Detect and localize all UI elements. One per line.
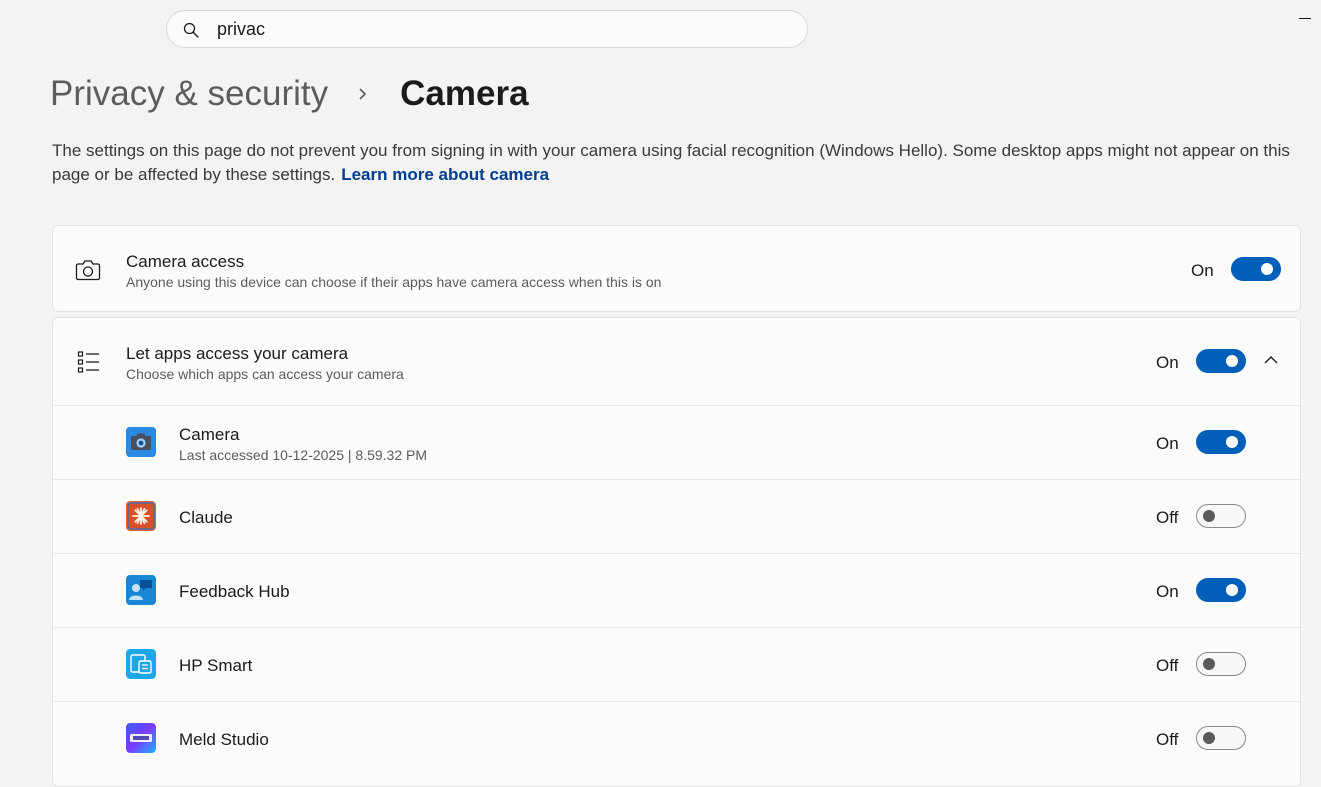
- meld-studio-app-toggle[interactable]: [1196, 726, 1246, 750]
- search-icon: [183, 22, 199, 38]
- let-apps-access-header[interactable]: Let apps access your camera Choose which…: [53, 318, 1300, 405]
- app-row-feedback-hub: Feedback Hub On: [53, 553, 1300, 627]
- app-name: Feedback Hub: [179, 582, 290, 601]
- chevron-right-icon: [359, 88, 367, 100]
- feedback-hub-app-toggle[interactable]: [1196, 578, 1246, 602]
- camera-app-icon: [126, 427, 156, 457]
- hp-smart-app-toggle[interactable]: [1196, 652, 1246, 676]
- app-name: Claude: [179, 508, 233, 527]
- minimize-button[interactable]: [1299, 18, 1311, 19]
- app-last-accessed: Last accessed 10-12-2025 | 8.59.32 PM: [179, 447, 428, 463]
- meld-studio-app-icon: [126, 723, 156, 753]
- hp-smart-app-icon: [126, 649, 156, 679]
- chevron-up-icon[interactable]: [1263, 354, 1279, 366]
- app-row-hp-smart: HP Smart Off: [53, 627, 1300, 701]
- let-apps-title: Let apps access your camera: [126, 344, 349, 363]
- list-icon: [77, 351, 99, 373]
- camera-app-toggle[interactable]: [1196, 430, 1246, 454]
- app-row-claude: Claude Off: [53, 479, 1300, 553]
- breadcrumb-parent-link[interactable]: Privacy & security: [50, 74, 328, 114]
- search-box[interactable]: [166, 10, 808, 48]
- claude-app-toggle[interactable]: [1196, 504, 1246, 528]
- page-title: Camera: [400, 74, 529, 113]
- let-apps-toggle[interactable]: [1196, 349, 1246, 373]
- app-name: Camera: [179, 425, 240, 444]
- camera-icon: [75, 260, 101, 281]
- app-row-camera: Camera Last accessed 10-12-2025 | 8.59.3…: [53, 405, 1300, 479]
- app-state: On: [1156, 434, 1179, 453]
- camera-access-subtitle: Anyone using this device can choose if t…: [126, 274, 662, 290]
- app-state: Off: [1156, 656, 1179, 675]
- camera-access-card: Camera access Anyone using this device c…: [52, 225, 1301, 312]
- page-description: The settings on this page do not prevent…: [52, 139, 1312, 187]
- feedback-hub-app-icon: [126, 575, 156, 605]
- search-input[interactable]: [217, 17, 777, 41]
- camera-access-toggle[interactable]: [1231, 257, 1281, 281]
- description-text: The settings on this page do not prevent…: [52, 141, 1290, 184]
- app-name: Meld Studio: [179, 730, 269, 749]
- let-apps-access-card: Let apps access your camera Choose which…: [52, 317, 1301, 787]
- app-state: Off: [1156, 508, 1179, 527]
- camera-access-state: On: [1191, 261, 1214, 280]
- learn-more-link[interactable]: Learn more about camera: [341, 165, 549, 184]
- app-name: HP Smart: [179, 656, 253, 675]
- camera-access-title: Camera access: [126, 252, 245, 271]
- app-state: On: [1156, 582, 1179, 601]
- claude-app-icon: [126, 501, 156, 531]
- app-state: Off: [1156, 730, 1179, 749]
- breadcrumb: Privacy & security Camera: [50, 72, 529, 116]
- let-apps-subtitle: Choose which apps can access your camera: [126, 366, 404, 382]
- app-row-meld-studio: Meld Studio Off: [53, 701, 1300, 775]
- let-apps-state: On: [1156, 353, 1179, 372]
